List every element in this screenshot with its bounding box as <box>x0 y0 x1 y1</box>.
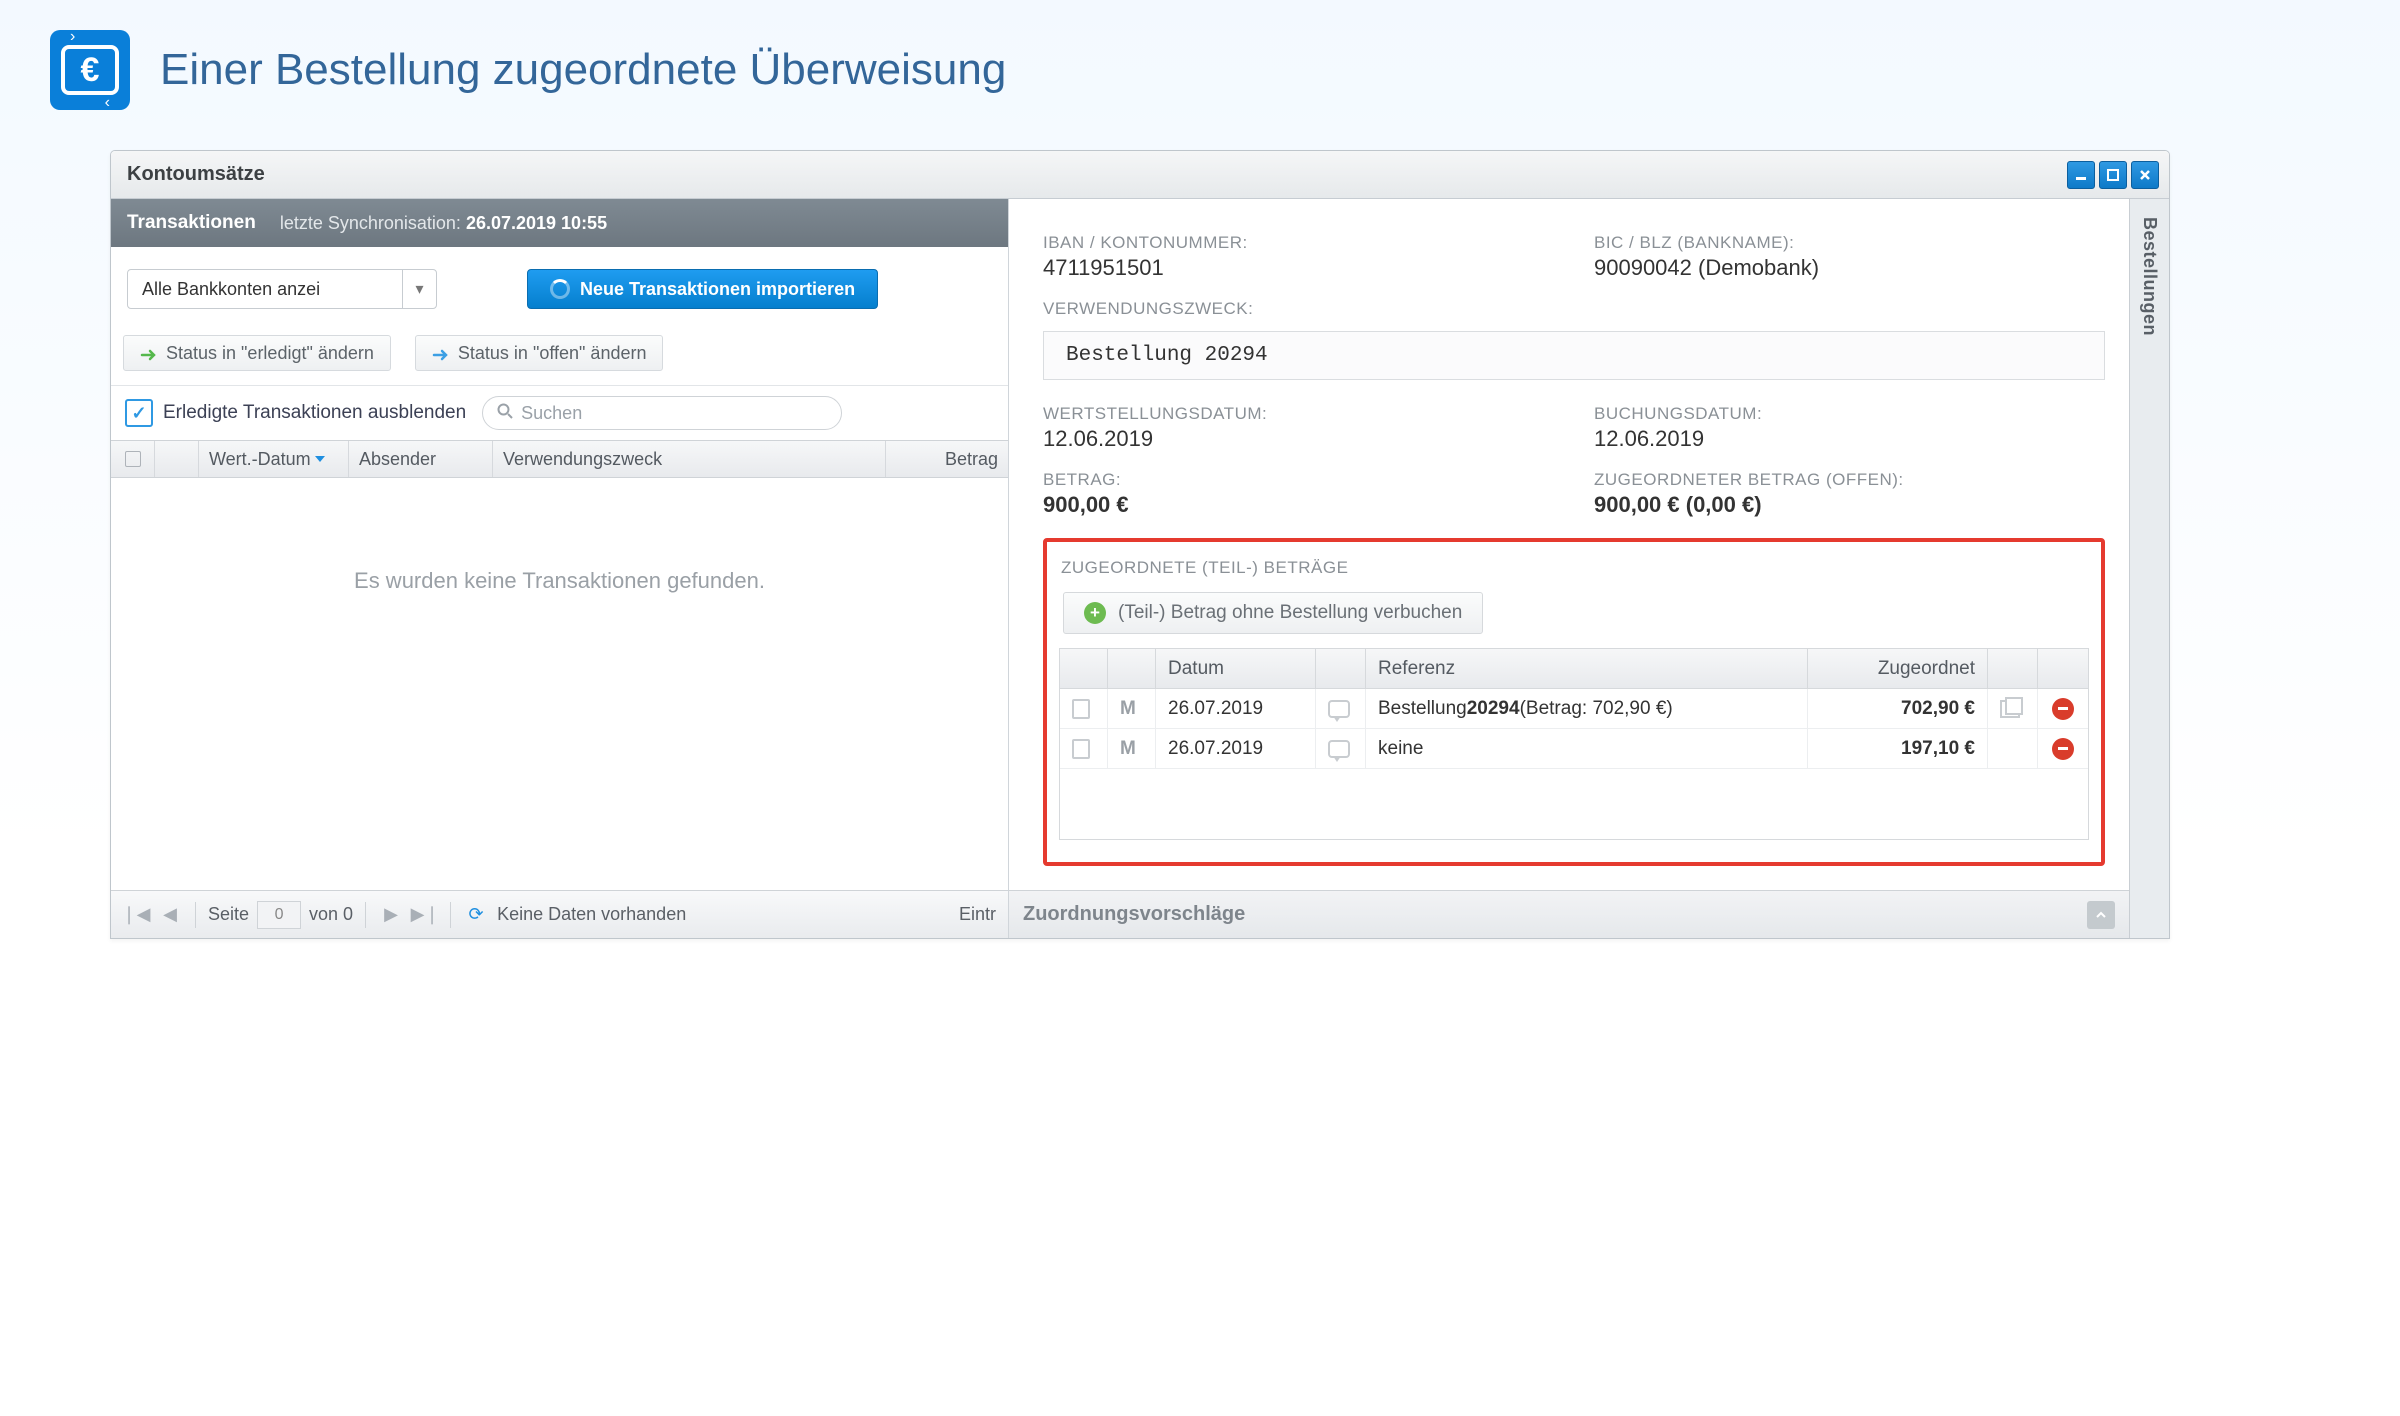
remove-row-button[interactable] <box>2052 698 2074 720</box>
page-header: › € ‹ Einer Bestellung zugeordnete Überw… <box>50 30 2350 110</box>
col-date[interactable]: Datum <box>1156 649 1316 688</box>
account-holder-cutoff <box>1043 199 2105 219</box>
hide-done-checkbox[interactable]: ✓ <box>125 399 153 427</box>
pager-no-data: Keine Daten vorhanden <box>497 904 686 925</box>
m-badge-icon: M <box>1120 738 1136 760</box>
pager-refresh-button[interactable]: ⟳ <box>463 902 489 928</box>
page-title: Einer Bestellung zugeordnete Überweisung <box>160 45 1006 95</box>
assigned-section-title: ZUGEORDNETE (TEIL-) BETRÄGE <box>1061 558 2087 578</box>
transactions-title: Transaktionen <box>127 212 256 234</box>
account-select[interactable]: Alle Bankkonten anzei ▾ <box>127 269 437 309</box>
document-icon <box>1072 699 1090 719</box>
pager-last-button[interactable]: ▶❘ <box>412 902 438 928</box>
copy-icon[interactable] <box>2000 700 2020 718</box>
add-partial-amount-button[interactable]: + (Teil-) Betrag ohne Bestellung verbuch… <box>1063 592 1483 634</box>
search-placeholder: Suchen <box>521 403 582 424</box>
window-minimize-button[interactable] <box>2067 161 2095 189</box>
assigned-amount-label: ZUGEORDNETER BETRAG (OFFEN): <box>1594 470 2105 490</box>
arrow-right-green-icon <box>140 346 158 360</box>
row-amount: 702,90 € <box>1808 689 1988 728</box>
transactions-subheader: Transaktionen letzte Synchronisation: 26… <box>111 199 1008 247</box>
account-select-value: Alle Bankkonten anzei <box>128 279 402 300</box>
window-title: Kontoumsätze <box>127 163 265 186</box>
pager-page-label: Seite <box>208 904 249 925</box>
hide-done-label: Erledigte Transaktionen ausblenden <box>163 402 466 424</box>
pager: ❘◀ ◀ Seite von 0 ▶ ▶❘ ⟳ Keine Daten vorh… <box>111 890 1008 938</box>
pager-prev-button[interactable]: ◀ <box>157 902 183 928</box>
row-amount: 197,10 € <box>1808 729 1988 768</box>
orders-side-panel[interactable]: Bestellungen <box>2129 199 2169 938</box>
assigned-row[interactable]: M 26.07.2019 keine197,10 € <box>1060 729 2088 769</box>
column-amount[interactable]: Betrag <box>886 441 1008 477</box>
column-value-date[interactable]: Wert.-Datum <box>199 441 349 477</box>
window-titlebar: Kontoumsätze <box>111 151 2169 199</box>
select-all-checkbox[interactable] <box>125 451 141 467</box>
bic-value: 90090042 (Demobank) <box>1594 255 2105 281</box>
assigned-row[interactable]: M 26.07.2019 Bestellung 20294 (Betrag: 702… <box>1060 689 2088 729</box>
plus-circle-icon: + <box>1084 602 1106 624</box>
details-panel: IBAN / KONTONUMMER: 4711951501 BIC / BLZ… <box>1009 199 2129 938</box>
assigned-amount-value: 900,00 € (0,00 €) <box>1594 492 2105 518</box>
col-assigned-amount[interactable]: Zugeordnet <box>1808 649 1988 688</box>
document-icon <box>1072 739 1090 759</box>
suggestions-title: Zuordnungsvorschläge <box>1023 903 1245 926</box>
value-date: 12.06.2019 <box>1043 426 1554 452</box>
expand-suggestions-button[interactable] <box>2087 901 2115 929</box>
search-icon <box>497 403 513 424</box>
assigned-amounts-table: Datum Referenz Zugeordnet M 26.07.2019 Bes… <box>1059 648 2089 840</box>
import-transactions-button[interactable]: Neue Transaktionen importieren <box>527 269 878 309</box>
mark-open-button[interactable]: Status in "offen" ändern <box>415 335 664 371</box>
value-date-label: WERTSTELLUNGSDATUM: <box>1043 404 1554 424</box>
row-reference: Bestellung 20294 (Betrag: 702,90 €) <box>1366 689 1808 728</box>
suggestions-bar[interactable]: Zuordnungsvorschläge <box>1009 890 2129 938</box>
column-purpose[interactable]: Verwendungszweck <box>493 441 886 477</box>
arrow-right-blue-icon <box>432 346 450 360</box>
m-badge-icon: M <box>1120 698 1136 720</box>
window-maximize-button[interactable] <box>2099 161 2127 189</box>
purpose-text: Bestellung 20294 <box>1043 331 2105 380</box>
pager-page-input[interactable] <box>257 901 301 929</box>
amount-value: 900,00 € <box>1043 492 1554 518</box>
iban-label: IBAN / KONTONUMMER: <box>1043 233 1554 253</box>
euro-icon: › € ‹ <box>50 30 130 110</box>
empty-state: Es wurden keine Transaktionen gefunden. <box>111 478 1008 890</box>
amount-label: BETRAG: <box>1043 470 1554 490</box>
pager-first-button[interactable]: ❘◀ <box>123 902 149 928</box>
comment-icon[interactable] <box>1328 700 1350 718</box>
window-close-button[interactable] <box>2131 161 2159 189</box>
column-sender[interactable]: Absender <box>349 441 493 477</box>
row-date: 26.07.2019 <box>1156 729 1316 768</box>
search-input[interactable]: Suchen <box>482 396 842 430</box>
row-reference: keine <box>1366 729 1808 768</box>
pager-next-button[interactable]: ▶ <box>378 902 404 928</box>
orders-side-label: Bestellungen <box>2139 199 2160 336</box>
col-reference[interactable]: Referenz <box>1366 649 1808 688</box>
window: Kontoumsätze Transaktionen letzte Synchr… <box>110 150 2170 939</box>
booking-date: 12.06.2019 <box>1594 426 2105 452</box>
bic-label: BIC / BLZ (BANKNAME): <box>1594 233 2105 253</box>
transactions-table-header: Wert.-Datum Absender Verwendungszweck Be… <box>111 440 1008 478</box>
assigned-amounts-section: ZUGEORDNETE (TEIL-) BETRÄGE + (Teil-) Be… <box>1043 538 2105 866</box>
pager-of-label: von 0 <box>309 904 353 925</box>
sync-info: letzte Synchronisation: 26.07.2019 10:55 <box>280 213 607 234</box>
row-date: 26.07.2019 <box>1156 689 1316 728</box>
refresh-icon <box>550 279 570 299</box>
comment-icon[interactable] <box>1328 740 1350 758</box>
chevron-down-icon: ▾ <box>402 270 436 308</box>
purpose-label: VERWENDUNGSZWECK: <box>1043 299 2105 319</box>
iban-value: 4711951501 <box>1043 255 1554 281</box>
sort-desc-icon <box>315 456 325 462</box>
remove-row-button[interactable] <box>2052 738 2074 760</box>
mark-done-button[interactable]: Status in "erledigt" ändern <box>123 335 391 371</box>
transactions-panel: Transaktionen letzte Synchronisation: 26… <box>111 199 1009 938</box>
booking-date-label: BUCHUNGSDATUM: <box>1594 404 2105 424</box>
pager-entries: Eintr <box>959 904 996 925</box>
